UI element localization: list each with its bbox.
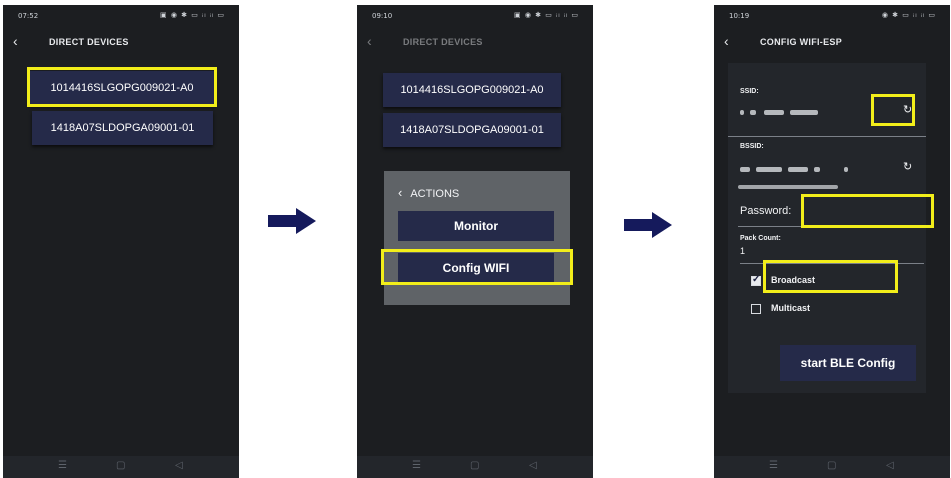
top-nav: ‹ DIRECT DEVICES	[357, 27, 593, 57]
password-label: Password:	[740, 205, 792, 217]
menu-icon[interactable]: ☰	[769, 460, 778, 471]
system-nav-bar: ☰ ▢ ◁	[714, 456, 950, 478]
back-arrow-icon[interactable]: ‹	[724, 33, 729, 49]
home-icon[interactable]: ▢	[827, 460, 836, 471]
monitor-button[interactable]: Monitor	[398, 211, 554, 241]
status-icons: ▣ ◉ ✱ ▭ ᵢₗ ᵢₗ ▭	[514, 11, 579, 19]
page-title: DIRECT DEVICES	[403, 37, 483, 47]
refresh-bssid-icon[interactable]: ↻	[903, 160, 912, 173]
top-nav: ‹ CONFIG WIFI-ESP	[714, 27, 950, 57]
menu-icon[interactable]: ☰	[58, 460, 67, 471]
status-bar: 09:10 ▣ ◉ ✱ ▭ ᵢₗ ᵢₗ ▭	[357, 5, 593, 25]
status-time: 07:52	[18, 12, 39, 20]
home-icon[interactable]: ▢	[116, 460, 125, 471]
start-ble-config-button[interactable]: start BLE Config	[780, 345, 916, 381]
actions-header[interactable]: ‹ ACTIONS	[398, 185, 459, 200]
highlight-box	[27, 67, 217, 107]
device-button-2[interactable]: 1418A07SLDOPGA09001-01	[32, 111, 213, 145]
back-icon[interactable]: ◁	[886, 460, 894, 471]
screen-actions-dialog: 09:10 ▣ ◉ ✱ ▭ ᵢₗ ᵢₗ ▭ ‹ DIRECT DEVICES 1…	[357, 5, 593, 478]
pack-count-label: Pack Count:	[740, 235, 781, 242]
status-time: 09:10	[372, 12, 393, 20]
menu-icon[interactable]: ☰	[412, 460, 421, 471]
device-button-2[interactable]: 1418A07SLDOPGA09001-01	[383, 113, 561, 147]
chevron-left-icon[interactable]: ‹	[398, 185, 402, 200]
highlight-box	[763, 260, 898, 293]
pack-count-value[interactable]: 1	[740, 246, 745, 256]
device-button-1[interactable]: 1014416SLGOPG009021-A0	[383, 73, 561, 107]
broadcast-checkbox[interactable]	[751, 274, 761, 286]
divider	[728, 136, 926, 137]
screen-config-wifi-esp: 10:19 ◉ ✱ ▭ ᵢₗ ᵢₗ ▭ ‹ CONFIG WIFI-ESP SS…	[714, 5, 950, 478]
ssid-label: SSID:	[740, 88, 759, 95]
multicast-label: Multicast	[771, 303, 811, 313]
system-nav-bar: ☰ ▢ ◁	[3, 456, 239, 478]
status-bar: 10:19 ◉ ✱ ▭ ᵢₗ ᵢₗ ▭	[714, 5, 950, 25]
bssid-underline	[738, 185, 838, 189]
page-title: DIRECT DEVICES	[49, 37, 129, 47]
status-bar: 07:52 ▣ ◉ ✱ ▭ ᵢₗ ᵢₗ ▭	[3, 5, 239, 25]
home-icon[interactable]: ▢	[470, 460, 479, 471]
back-arrow-icon[interactable]: ‹	[367, 33, 372, 49]
system-nav-bar: ☰ ▢ ◁	[357, 456, 593, 478]
right-arrow-icon	[624, 212, 672, 238]
right-arrow-icon	[268, 208, 316, 234]
highlight-box	[801, 194, 934, 228]
top-nav: ‹ DIRECT DEVICES	[3, 27, 239, 57]
back-icon[interactable]: ◁	[175, 460, 183, 471]
back-icon[interactable]: ◁	[529, 460, 537, 471]
highlight-box	[381, 249, 573, 285]
screen-direct-devices: 07:52 ▣ ◉ ✱ ▭ ᵢₗ ᵢₗ ▭ ‹ DIRECT DEVICES 1…	[3, 5, 239, 478]
bssid-label: BSSID:	[740, 143, 764, 150]
status-icons: ▣ ◉ ✱ ▭ ᵢₗ ᵢₗ ▭	[160, 11, 225, 19]
page-title: CONFIG WIFI-ESP	[760, 37, 842, 47]
status-icons: ◉ ✱ ▭ ᵢₗ ᵢₗ ▭	[881, 11, 936, 19]
back-arrow-icon[interactable]: ‹	[13, 33, 18, 49]
highlight-box	[871, 94, 915, 126]
multicast-checkbox[interactable]	[751, 304, 761, 314]
status-time: 10:19	[729, 12, 750, 20]
actions-title: ACTIONS	[410, 188, 460, 200]
